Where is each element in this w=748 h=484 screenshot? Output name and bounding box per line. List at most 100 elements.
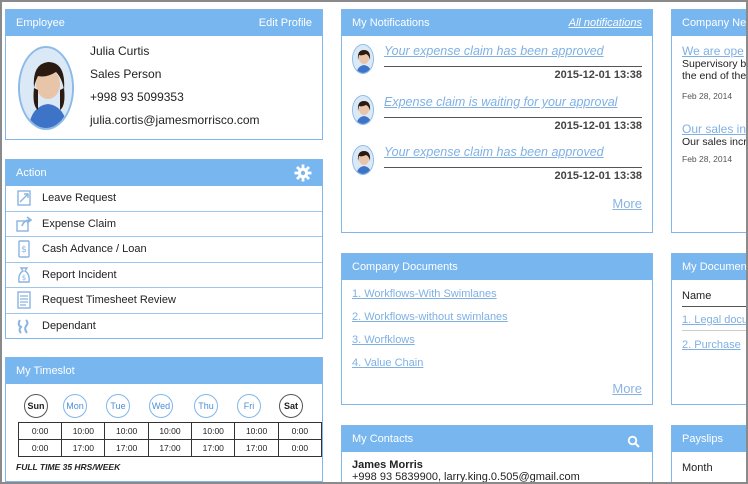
news-title-link[interactable]: Our sales inc [682, 122, 746, 136]
payslips-header: Payslips [672, 426, 746, 452]
news-item: We are ope Supervisory bo the end of the… [682, 44, 748, 101]
day-thu: Thu [194, 394, 218, 418]
day-tue: Tue [106, 394, 130, 418]
dashboard: Employee Edit Profile Julia Curtis Sales… [0, 0, 748, 484]
my-document-link[interactable]: 2. Purchase [682, 339, 741, 351]
action-item-dependant[interactable]: Dependant [6, 314, 322, 339]
document-link[interactable]: 3. Worfklows [352, 334, 415, 346]
notification-item[interactable]: Expense claim is waiting for your approv… [352, 95, 642, 139]
gear-icon[interactable] [294, 164, 312, 192]
timeslot-end-row: 0:00 17:00 17:00 17:00 17:00 17:00 0:00 [17, 439, 322, 457]
my-documents-panel: My Document Name 1. Legal docu 2. Purcha… [671, 253, 748, 405]
action-header: Action [6, 160, 322, 186]
day-fri: Fri [237, 394, 261, 418]
timeslot-cell: 10:00 [234, 422, 279, 440]
svg-text:$: $ [22, 274, 26, 282]
notification-date: 2015-12-01 13:38 [384, 167, 642, 182]
news-body: Our sales incr [682, 136, 747, 148]
company-news-title: Company New [682, 17, 748, 29]
timeslot-cell: 0:00 [17, 422, 63, 440]
timeslot-cell: 17:00 [147, 439, 193, 457]
edit-profile-link[interactable]: Edit Profile [259, 10, 312, 36]
search-icon[interactable] [627, 432, 640, 458]
money-icon: $ [14, 240, 34, 258]
action-item-label: Request Timesheet Review [42, 294, 176, 307]
document-link[interactable]: 4. Value Chain [352, 357, 423, 369]
my-documents-title: My Document [682, 261, 748, 273]
notifications-more-link[interactable]: More [612, 196, 642, 211]
news-body: the end of the [682, 70, 747, 82]
avatar [352, 44, 374, 74]
action-item-label: Dependant [42, 320, 96, 333]
my-documents-column-header: Name [682, 290, 712, 302]
notification-date: 2015-12-01 13:38 [384, 66, 642, 81]
contacts-header: My Contacts [342, 426, 652, 452]
timeslot-cell: 10:00 [61, 422, 106, 440]
action-item-label: Leave Request [42, 192, 116, 205]
document-link[interactable]: 1. Workflows-With Swimlanes [352, 288, 497, 300]
action-item-report-incident[interactable]: $ Report Incident [6, 263, 322, 288]
timeslot-cell: 17:00 [191, 439, 236, 457]
avatar [352, 145, 374, 175]
timeslot-cell: 17:00 [234, 439, 279, 457]
action-item-cash-advance[interactable]: $ Cash Advance / Loan [6, 237, 322, 263]
timeslot-cell: 10:00 [191, 422, 236, 440]
share-icon [14, 215, 34, 233]
dependant-icon [14, 317, 34, 335]
day-sat: Sat [279, 394, 303, 418]
action-item-leave-request[interactable]: Leave Request [6, 186, 322, 212]
action-item-timesheet-review[interactable]: Request Timesheet Review [6, 288, 322, 314]
documents-more-link[interactable]: More [612, 381, 642, 396]
timeslot-cell: 0:00 [277, 422, 322, 440]
employee-phone: +998 93 5099353 [90, 90, 184, 104]
company-documents-header: Company Documents [342, 254, 652, 280]
timeslot-cell: 0:00 [277, 439, 322, 457]
timeslot-cell: 0:00 [17, 439, 63, 457]
day-mon: Mon [63, 394, 87, 418]
timeslot-title: My Timeslot [16, 365, 75, 377]
all-notifications-link[interactable]: All notifications [569, 10, 642, 36]
document-link[interactable]: 2. Workflows-without swimlanes [352, 311, 508, 323]
notification-text[interactable]: Your expense claim has been approved [384, 145, 604, 159]
employee-email: julia.cortis@jamesmorrisco.com [90, 113, 260, 127]
notifications-title: My Notifications [352, 17, 430, 29]
employee-panel: Employee Edit Profile Julia Curtis Sales… [5, 9, 323, 140]
news-title-link[interactable]: We are ope [682, 44, 746, 58]
employee-title: Employee [16, 17, 65, 29]
day-sun: Sun [24, 394, 48, 418]
timeslot-cell: 17:00 [61, 439, 106, 457]
document-icon [14, 291, 34, 309]
employee-name: Julia Curtis [90, 44, 150, 58]
news-body: Supervisory bo [682, 58, 748, 70]
notification-text[interactable]: Your expense claim has been approved [384, 44, 604, 58]
notification-item[interactable]: Your expense claim has been approved 201… [352, 145, 642, 189]
contacts-panel: My Contacts James Morris +998 93 5839900… [341, 425, 653, 482]
leave-icon [14, 189, 34, 207]
my-document-link[interactable]: 1. Legal docu [682, 314, 746, 326]
timeslot-start-row: 0:00 10:00 10:00 10:00 10:00 10:00 0:00 [17, 422, 322, 440]
notification-item[interactable]: Your expense claim has been approved 201… [352, 44, 642, 88]
employee-header: Employee Edit Profile [6, 10, 322, 36]
timeslot-cell: 17:00 [104, 439, 149, 457]
news-date: Feb 28, 2014 [682, 154, 733, 164]
news-date: Feb 28, 2014 [682, 91, 733, 101]
timeslot-table: 0:00 10:00 10:00 10:00 10:00 10:00 0:00 … [17, 422, 322, 457]
employee-role: Sales Person [90, 67, 162, 81]
notifications-panel: My Notifications All notifications Your … [341, 9, 653, 233]
company-news-header: Company New [672, 10, 748, 36]
company-news-panel: Company New We are ope Supervisory bo th… [671, 9, 748, 233]
employee-avatar [18, 46, 74, 130]
action-list: Leave Request Expense Claim $ Cash Advan… [6, 186, 322, 339]
timeslot-header: My Timeslot [6, 358, 322, 384]
payslips-panel: Payslips Month [671, 425, 746, 482]
notification-text[interactable]: Expense claim is waiting for your approv… [384, 95, 617, 109]
money-bag-icon: $ [14, 266, 34, 284]
notification-date: 2015-12-01 13:38 [384, 117, 642, 132]
contact-name[interactable]: James Morris [352, 459, 423, 471]
company-documents-panel: Company Documents 1. Workflows-With Swim… [341, 253, 653, 405]
action-item-label: Report Incident [42, 268, 117, 281]
action-item-expense-claim[interactable]: Expense Claim [6, 212, 322, 237]
action-item-label: Expense Claim [42, 217, 116, 230]
action-panel: Action Leave Request Expense Claim $ Cas… [5, 159, 323, 339]
day-wed: Wed [149, 394, 173, 418]
